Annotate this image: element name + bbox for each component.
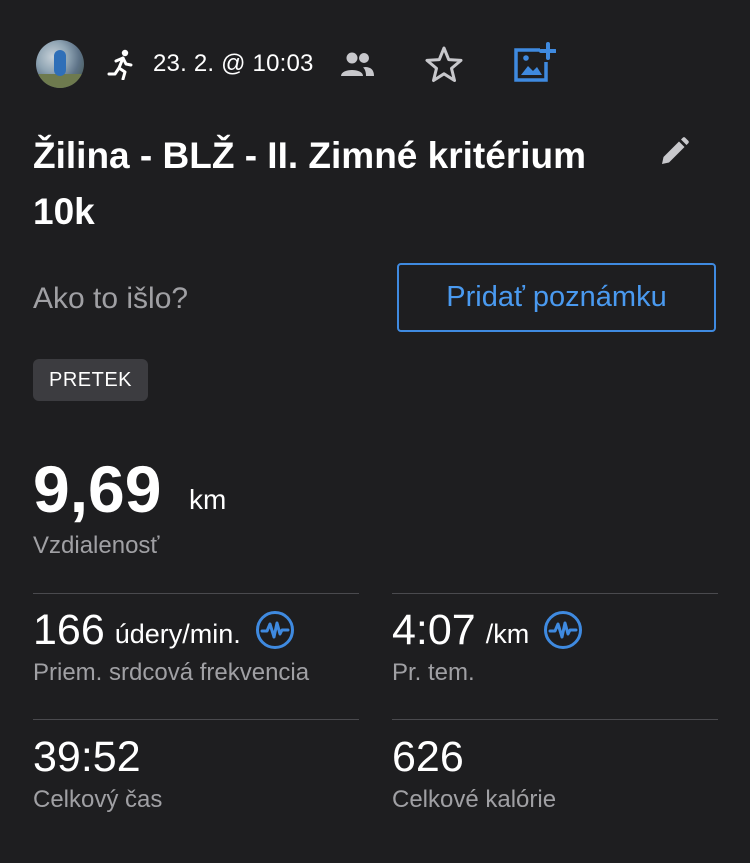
divider <box>33 593 359 594</box>
distance-unit: km <box>189 484 227 515</box>
total-time-label: Celkový čas <box>33 786 163 813</box>
add-note-button[interactable]: Pridať poznámku <box>397 263 716 332</box>
calories-value: 626 <box>392 733 464 781</box>
pace-label: Pr. tem. <box>392 659 475 686</box>
activity-title: Žilina - BLŽ - II. Zimné kritérium 10k <box>33 135 586 232</box>
divider <box>33 719 359 720</box>
avatar-ground <box>36 74 84 88</box>
heart-rate-unit: údery/min. <box>114 618 241 649</box>
people-icon[interactable] <box>339 50 375 78</box>
race-tag-label: PRETEK <box>49 368 133 391</box>
add-photo-icon[interactable] <box>512 42 556 84</box>
divider <box>392 719 718 720</box>
star-icon[interactable] <box>424 45 464 85</box>
total-time-value: 39:52 <box>33 733 141 781</box>
avatar[interactable] <box>36 40 84 88</box>
activity-date: 23. 2. @ 10:03 <box>153 50 314 77</box>
pace-value: 4:07 <box>392 606 476 654</box>
pace-stat: 4:07 /km <box>392 607 583 653</box>
edit-icon[interactable] <box>658 136 690 168</box>
divider <box>392 593 718 594</box>
heart-rate-zone-icon[interactable] <box>255 610 295 650</box>
note-prompt: Ako to išlo? <box>33 282 189 315</box>
distance-value: 9,69 <box>33 452 162 526</box>
heart-rate-value: 166 <box>33 606 105 654</box>
pace-unit: /km <box>485 618 530 649</box>
pace-zone-icon[interactable] <box>543 610 583 650</box>
calories-label: Celkové kalórie <box>392 786 557 813</box>
avatar-figure <box>54 50 66 76</box>
heart-rate-stat: 166 údery/min. <box>33 607 295 653</box>
race-tag[interactable]: PRETEK <box>33 359 149 401</box>
heart-rate-label: Priem. srdcová frekvencia <box>33 659 310 686</box>
distance-label: Vzdialenosť <box>33 532 160 559</box>
running-icon <box>107 49 133 80</box>
